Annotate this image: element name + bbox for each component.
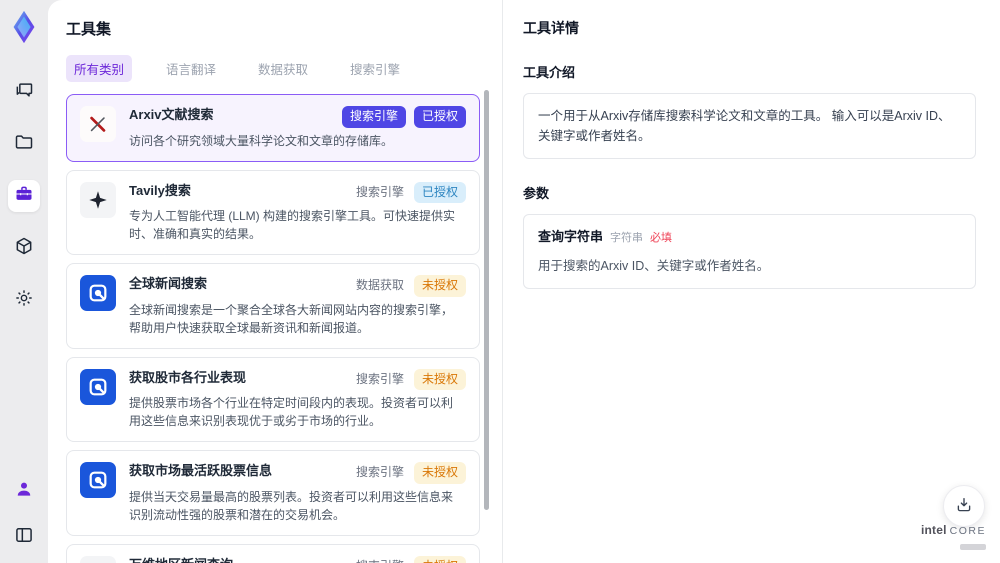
toolbox-icon bbox=[14, 184, 34, 209]
param-name: 查询字符串 bbox=[538, 229, 604, 244]
detail-title: 工具详情 bbox=[523, 20, 579, 36]
param-type: 字符串 bbox=[610, 232, 644, 244]
sidebar-item-files[interactable] bbox=[8, 128, 40, 160]
category-badge: 数据获取 bbox=[355, 278, 404, 293]
tool-description: 专为人工智能代理 (LLM) 构建的搜索引擎工具。可快速提供实时、准确和真实的结… bbox=[129, 209, 456, 242]
tool-card[interactable]: 全球新闻搜索 数据获取 未授权 全球新闻搜索是一个聚合全球各大新闻网站内容的搜索… bbox=[66, 263, 480, 349]
auth-status-badge: 未授权 bbox=[413, 275, 466, 297]
tool-card[interactable]: Arxiv文献搜索 搜索引擎 已授权 访问各个研究领域大量科学论文和文章的存储库… bbox=[66, 94, 480, 162]
sidebar-item-chat[interactable] bbox=[8, 76, 40, 108]
auth-status-badge: 未授权 bbox=[413, 555, 466, 563]
tool-title: 获取股市各行业表现 bbox=[129, 369, 247, 385]
tool-title: Tavily搜索 bbox=[129, 182, 191, 198]
tool-description: 全球新闻搜索是一个聚合全球各大新闻网站内容的搜索引擎，帮助用户快速获取全球最新资… bbox=[129, 302, 454, 335]
app-logo bbox=[5, 8, 43, 46]
tool-card[interactable]: 获取市场最活跃股票信息 搜索引擎 未授权 提供当天交易量最高的股票列表。投资者可… bbox=[66, 450, 480, 536]
category-badge: 搜索引擎 bbox=[341, 106, 406, 128]
panel-layout-icon bbox=[14, 525, 34, 550]
tool-title: 获取市场最活跃股票信息 bbox=[129, 463, 273, 479]
tool-description: 提供股票市场各个行业在特定时间段内的表现。投资者可以利用这些信息来识别表现优于或… bbox=[129, 396, 454, 429]
param-required-flag: 必填 bbox=[650, 232, 673, 244]
folder-icon bbox=[14, 132, 34, 157]
tool-card[interactable]: Tavily搜索 搜索引擎 已授权 专为人工智能代理 (LLM) 构建的搜索引擎… bbox=[66, 169, 480, 256]
intel-wordmark: intel bbox=[920, 523, 947, 537]
intel-badge-bar bbox=[960, 544, 986, 550]
param-box: 查询字符串 字符串 必填 用于搜索的Arxiv ID、关键字或作者姓名。 bbox=[523, 214, 976, 289]
auth-status-badge: 未授权 bbox=[413, 368, 466, 391]
category-tab[interactable]: 语言翻译 bbox=[158, 55, 224, 82]
content-shell: 工具集 所有类别 语言翻译 数据获取 搜索引擎 Arxiv文献搜索 搜索引擎 已授权 … bbox=[48, 0, 1000, 563]
core-wordmark: CORE bbox=[949, 525, 986, 537]
tool-title: 万维地区新闻查询 bbox=[129, 556, 233, 563]
intro-text-box: 一个用于从Arxiv存储库搜索科学论文和文章的工具。 输入可以是Arxiv ID… bbox=[523, 93, 976, 159]
category-badge: 搜索引擎 bbox=[355, 371, 404, 386]
auth-status-badge: 未授权 bbox=[413, 462, 466, 484]
auth-status-badge: 已授权 bbox=[413, 106, 466, 128]
sidebar-item-tools[interactable] bbox=[8, 180, 40, 212]
tool-title: Arxiv文献搜索 bbox=[129, 107, 214, 122]
category-badge: 搜索引擎 bbox=[355, 184, 404, 199]
user-icon bbox=[14, 479, 34, 504]
cube-icon bbox=[14, 236, 34, 261]
list-scrollbar[interactable] bbox=[484, 86, 489, 556]
newspaper-icon bbox=[80, 555, 116, 563]
tool-cards-list: Arxiv文献搜索 搜索引擎 已授权 访问各个研究领域大量科学论文和文章的存储库… bbox=[66, 94, 480, 563]
gear-icon bbox=[14, 288, 34, 313]
page-title: 工具集 bbox=[66, 21, 112, 38]
intro-heading: 工具介绍 bbox=[523, 65, 576, 80]
tools-list-pane: 工具集 所有类别 语言翻译 数据获取 搜索引擎 Arxiv文献搜索 搜索引擎 已授权 … bbox=[48, 0, 502, 563]
param-description: 用于搜索的Arxiv ID、关键字或作者姓名。 bbox=[538, 258, 770, 273]
intel-core-logo: intel CORE bbox=[921, 523, 986, 555]
scrollbar-thumb[interactable] bbox=[484, 90, 489, 510]
auth-status-badge: 已授权 bbox=[413, 181, 466, 204]
sidebar-item-settings[interactable] bbox=[8, 284, 40, 316]
chat-icon bbox=[14, 80, 34, 105]
category-badge: 搜索引擎 bbox=[354, 556, 406, 563]
sidebar-item-models[interactable] bbox=[8, 232, 40, 264]
sidebar-collapse-button[interactable] bbox=[8, 521, 40, 553]
param-header: 查询字符串 字符串 必填 bbox=[538, 227, 961, 248]
tool-detail-pane: 工具详情 工具介绍 一个用于从Arxiv存储库搜索科学论文和文章的工具。 输入可… bbox=[502, 0, 1000, 563]
download-button[interactable] bbox=[943, 485, 985, 527]
app-sidebar bbox=[0, 0, 48, 563]
news-search-logo-icon bbox=[80, 275, 116, 312]
category-tab[interactable]: 搜索引擎 bbox=[342, 55, 408, 82]
tool-description: 提供当天交易量最高的股票列表。投资者可以利用这些信息来识别流动性强的股票和潜在的… bbox=[129, 489, 454, 522]
category-tab[interactable]: 所有类别 bbox=[66, 55, 133, 82]
news-search-logo-icon bbox=[80, 368, 116, 405]
sidebar-item-profile[interactable] bbox=[8, 475, 40, 507]
news-search-logo-icon bbox=[80, 462, 116, 499]
tool-description: 访问各个研究领域大量科学论文和文章的存储库。 bbox=[129, 133, 394, 148]
tool-card[interactable]: 获取股市各行业表现 搜索引擎 未授权 提供股票市场各个行业在特定时间段内的表现。… bbox=[66, 356, 480, 443]
arxiv-logo-icon bbox=[80, 106, 116, 142]
params-heading: 参数 bbox=[523, 186, 550, 201]
tool-title: 全球新闻搜索 bbox=[129, 276, 208, 292]
category-tabs: 所有类别 语言翻译 数据获取 搜索引擎 bbox=[66, 55, 502, 82]
category-badge: 搜索引擎 bbox=[355, 465, 404, 480]
download-icon bbox=[955, 496, 973, 517]
category-tab[interactable]: 数据获取 bbox=[250, 55, 316, 82]
sparkle-star-icon bbox=[80, 181, 116, 218]
tool-card[interactable]: 万维地区新闻查询 搜索引擎 未授权 查询具体行政区划内的新闻，快速了解各地新闻动… bbox=[66, 543, 480, 563]
